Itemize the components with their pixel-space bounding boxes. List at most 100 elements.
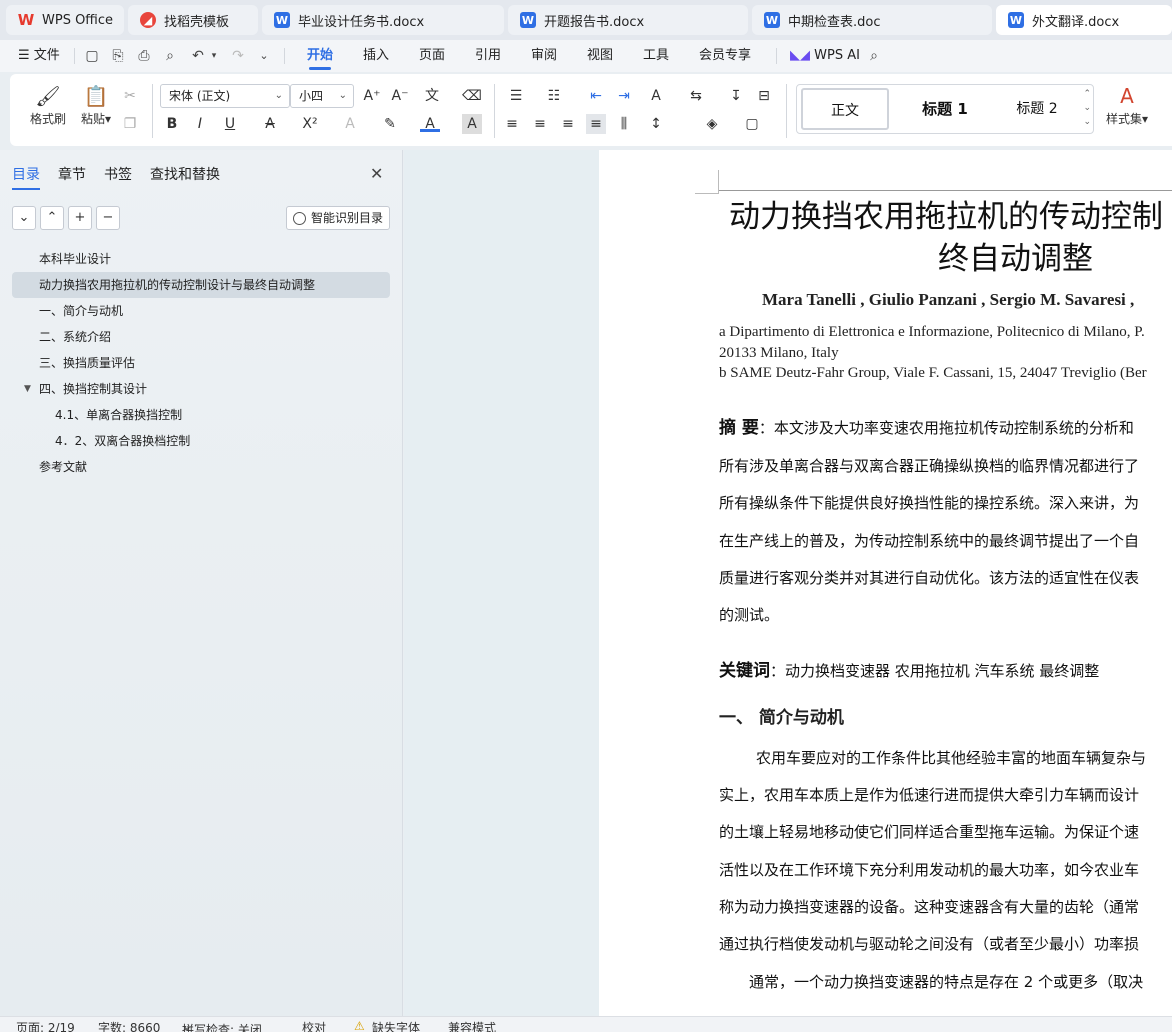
tab-doc-midterm[interactable]: W 中期检查表.doc xyxy=(752,5,992,35)
tab-doc-proposal[interactable]: W 开题报告书.docx xyxy=(508,5,748,35)
toc-item[interactable]: 本科毕业设计 xyxy=(12,246,390,272)
toc-item[interactable]: 一、简介与动机 xyxy=(12,298,390,324)
toc-item[interactable]: 动力换挡农用拖拉机的传动控制设计与最终自动调整 xyxy=(12,272,390,298)
divider xyxy=(786,84,787,138)
strikethrough-icon[interactable]: A xyxy=(260,114,280,134)
doc-title-continued: 终自动调整 xyxy=(938,241,1093,277)
numbered-list-icon[interactable]: ☷ xyxy=(544,86,564,106)
underline-icon[interactable]: U xyxy=(220,114,240,134)
page-indicator[interactable]: 页面: 2/19 xyxy=(16,1019,75,1032)
export-icon[interactable]: ⎘ xyxy=(110,48,126,64)
tab-find-replace[interactable]: 查找和替换 xyxy=(150,164,220,184)
add-heading-icon[interactable]: + xyxy=(68,206,92,230)
tab-doc-task[interactable]: W 毕业设计任务书.docx xyxy=(262,5,504,35)
caret-down-icon[interactable]: ▼ xyxy=(24,376,31,402)
highlight-icon[interactable]: ✎ xyxy=(380,114,400,134)
copy-icon[interactable]: ❐ xyxy=(120,114,140,134)
toc-item[interactable]: 参考文献 xyxy=(12,454,390,480)
menu-review[interactable]: 审阅 xyxy=(531,40,557,72)
undo-dropdown-icon[interactable]: ▾ xyxy=(206,48,222,64)
style-set-button[interactable]: A 样式集▾ xyxy=(1100,84,1154,127)
menu-bar: ☰ 文件 ▢ ⎘ ⎙ ⌕ ↶ ▾ ↷ ⌄ 开始 插入 页面 引用 审阅 视图 工… xyxy=(0,40,1172,72)
align-center-icon[interactable]: ≡ xyxy=(530,114,550,134)
menu-home[interactable]: 开始 xyxy=(307,40,333,72)
save-icon[interactable]: ▢ xyxy=(84,48,100,64)
style-normal[interactable]: 正文 xyxy=(801,88,889,130)
smart-toc-button[interactable]: 智能识别目录 xyxy=(286,206,390,230)
menu-member[interactable]: 会员专享 xyxy=(699,40,751,72)
cut-icon[interactable]: ✂ xyxy=(120,86,140,106)
tab-toc[interactable]: 目录 xyxy=(12,164,40,190)
file-menu-label: 文件 xyxy=(33,48,60,63)
toc-item[interactable]: 4．2、双离合器换档控制 xyxy=(12,428,390,454)
increase-indent-icon[interactable]: ⇥ xyxy=(614,86,634,106)
line-break-icon[interactable]: ⇆ xyxy=(686,86,706,106)
phonetic-guide-icon[interactable]: 文 xyxy=(422,86,442,106)
distributed-icon[interactable]: ⫼ xyxy=(614,114,634,134)
decrease-font-icon[interactable]: A⁻ xyxy=(390,86,410,106)
style-heading-2[interactable]: 标题 2 xyxy=(997,88,1077,130)
more-chevron-icon[interactable]: ⌄ xyxy=(256,48,272,64)
proofread-button[interactable]: 校对 xyxy=(302,1019,326,1032)
justify-icon[interactable]: ≡ xyxy=(586,114,606,134)
toc-item[interactable]: 三、换挡质量评估 xyxy=(12,350,390,376)
print-preview-icon[interactable]: ⌕ xyxy=(162,48,178,64)
italic-icon[interactable]: I xyxy=(190,114,210,134)
font-name-select[interactable]: 宋体 (正文) ⌄ xyxy=(160,84,290,108)
style-scroll-icon[interactable]: ⌃ ⌄ ⌄ xyxy=(1083,87,1091,129)
file-menu[interactable]: ☰ 文件 xyxy=(18,40,60,72)
close-icon[interactable]: ✕ xyxy=(370,164,383,183)
char-shading-icon[interactable]: A xyxy=(462,114,482,134)
superscript-icon[interactable]: X² xyxy=(300,114,320,134)
redo-icon[interactable]: ↷ xyxy=(230,48,246,64)
shading-icon[interactable]: ◈ xyxy=(702,114,722,134)
expand-icon[interactable]: ⌃ xyxy=(40,206,64,230)
wps-ai-label: WPS AI xyxy=(814,48,860,63)
font-size-select[interactable]: 小四 ⌄ xyxy=(290,84,354,108)
toc-item[interactable]: 4.1、单离合器换挡控制 xyxy=(12,402,390,428)
undo-icon[interactable]: ↶ xyxy=(190,48,206,64)
align-left-icon[interactable]: ≡ xyxy=(502,114,522,134)
tab-docer-templates[interactable]: ◢ 找稻壳模板 xyxy=(128,5,258,35)
search-icon[interactable]: ⌕ xyxy=(866,48,882,64)
spell-check-status[interactable]: 拼写检查: 关闭 ⌄ xyxy=(182,1019,262,1032)
style-heading-1[interactable]: 标题 1 xyxy=(897,88,993,130)
tab-doc-translation[interactable]: W 外文翻译.docx xyxy=(996,5,1172,35)
align-right-icon[interactable]: ≡ xyxy=(558,114,578,134)
sort-icon[interactable]: ↧ xyxy=(726,86,746,106)
menu-page[interactable]: 页面 xyxy=(419,40,445,72)
word-count[interactable]: 字数: 8660 xyxy=(98,1019,160,1032)
style-set-text: 样式集 xyxy=(1105,112,1142,126)
clear-format-icon[interactable]: ⌫ xyxy=(462,86,482,106)
font-size-value: 小四 xyxy=(299,89,324,103)
font-color-icon[interactable]: A xyxy=(420,114,440,132)
menu-view[interactable]: 视图 xyxy=(587,40,613,72)
increase-font-icon[interactable]: A⁺ xyxy=(362,86,382,106)
wps-ai-button[interactable]: ◣◢ WPS AI xyxy=(790,40,860,72)
tab-bookmarks[interactable]: 书签 xyxy=(104,164,132,184)
toc-item-label: 一、简介与动机 xyxy=(39,304,124,318)
paste-button[interactable]: 📋 粘贴▾ xyxy=(74,84,118,127)
toc-item[interactable]: 二、系统介绍 xyxy=(12,324,390,350)
text-direction-icon[interactable]: A xyxy=(646,86,666,106)
menu-references[interactable]: 引用 xyxy=(475,40,501,72)
bullet-list-icon[interactable]: ☰ xyxy=(506,86,526,106)
line-spacing-icon[interactable]: ↕ xyxy=(646,114,666,134)
toc-item[interactable]: ▼ 四、换挡控制其设计 xyxy=(12,376,390,402)
decrease-indent-icon[interactable]: ⇤ xyxy=(586,86,606,106)
collapse-icon[interactable]: ⌄ xyxy=(12,206,36,230)
tab-sections[interactable]: 章节 xyxy=(58,164,86,184)
toc-list: 本科毕业设计 动力换挡农用拖拉机的传动控制设计与最终自动调整 一、简介与动机 二… xyxy=(12,246,390,480)
text-effect-icon[interactable]: A xyxy=(340,114,360,134)
document-page[interactable]: 动力换挡农用拖拉机的传动控制 终自动调整 Mara Tanelli , Giul… xyxy=(599,150,1172,1016)
remove-heading-icon[interactable]: − xyxy=(96,206,120,230)
tab-wps-office[interactable]: W WPS Office xyxy=(6,5,124,35)
show-marks-icon[interactable]: ⊟ xyxy=(754,86,774,106)
missing-font-button[interactable]: 缺失字体 xyxy=(372,1019,420,1032)
bold-icon[interactable]: B xyxy=(162,114,182,134)
menu-tools[interactable]: 工具 xyxy=(643,40,669,72)
format-painter-button[interactable]: 🖌 格式刷 xyxy=(28,84,68,127)
print-icon[interactable]: ⎙ xyxy=(136,48,152,64)
border-icon[interactable]: ▢ xyxy=(742,114,762,134)
menu-insert[interactable]: 插入 xyxy=(363,40,389,72)
